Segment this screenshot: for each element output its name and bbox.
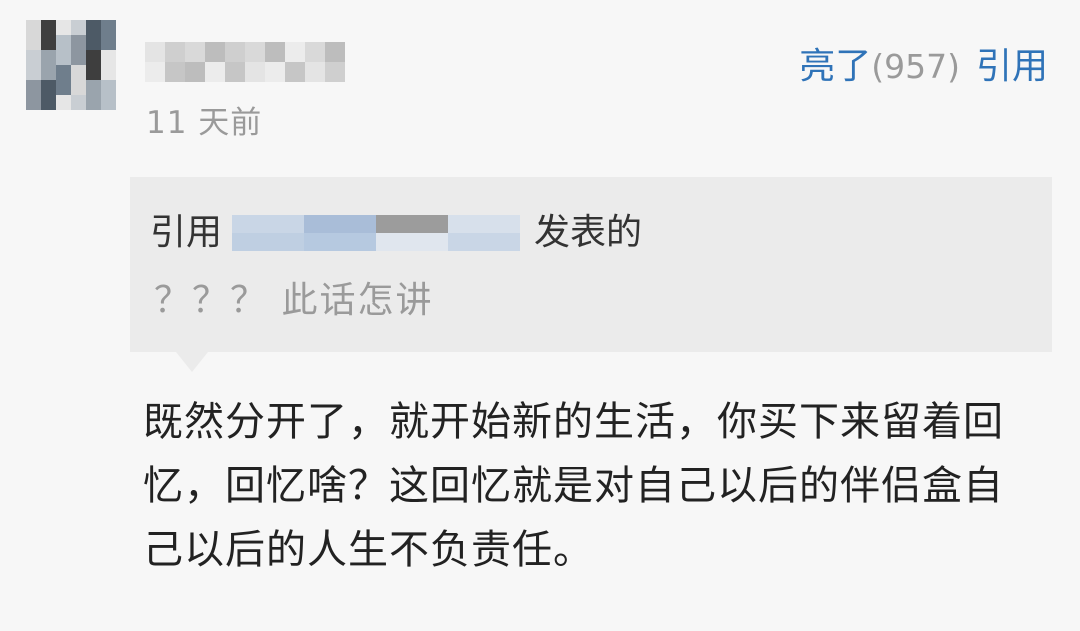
quote-header: 引用 发表的	[150, 207, 642, 259]
comment-time: 11 天前	[146, 105, 263, 141]
username-blurred[interactable]	[145, 42, 345, 82]
avatar[interactable]	[26, 20, 116, 110]
like-count: (957)	[871, 47, 960, 86]
comment-text: 既然分开了，就开始新的生活，你买下来留着回忆，回忆啥？这回忆就是对自己以后的伴侣…	[143, 399, 1004, 573]
quote-button[interactable]: 引用	[976, 44, 1048, 90]
quote-text: ？？？ 此话怎讲	[154, 280, 434, 321]
quote-tail	[176, 352, 208, 372]
comment-actions: 亮了(957) 引用	[799, 44, 1048, 90]
like-label: 亮了	[799, 46, 872, 87]
like-button[interactable]: 亮了(957)	[799, 44, 960, 90]
quote-suffix: 发表的	[534, 212, 643, 253]
quoted-comment: 引用 发表的 ？？？ 此话怎讲	[130, 177, 1052, 352]
quote-prefix: 引用	[150, 212, 223, 253]
quoted-username-blurred[interactable]	[232, 215, 522, 251]
